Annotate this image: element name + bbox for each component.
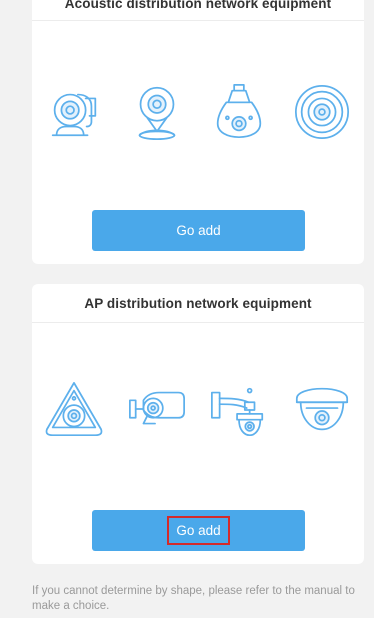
bullet-camera-icon xyxy=(125,378,189,442)
acoustic-divider xyxy=(32,20,364,21)
fisheye-camera-icon xyxy=(42,378,106,442)
ap-go-add-button[interactable]: Go add xyxy=(92,510,305,551)
ptz-dome-camera-icon xyxy=(207,378,271,442)
acoustic-card: Acoustic distribution network equipment xyxy=(32,0,364,264)
dome-camera-icon xyxy=(290,378,354,442)
ap-device-row xyxy=(32,378,364,442)
acoustic-device-row xyxy=(32,80,364,144)
bulb-camera-icon xyxy=(207,80,271,144)
ap-card-title: AP distribution network equipment xyxy=(84,296,312,311)
ap-card: AP distribution network equipment Go add xyxy=(32,284,364,564)
acoustic-go-add-label: Go add xyxy=(176,223,221,238)
mini-camera-icon xyxy=(125,80,189,144)
ap-go-add-label: Go add xyxy=(167,516,230,545)
acoustic-card-title: Acoustic distribution network equipment xyxy=(64,0,332,11)
ap-divider xyxy=(32,322,364,323)
ceiling-camera-icon xyxy=(290,80,354,144)
pan-tilt-camera-icon xyxy=(42,80,106,144)
acoustic-go-add-button[interactable]: Go add xyxy=(92,210,305,251)
footer-hint: If you cannot determine by shape, please… xyxy=(32,585,355,612)
